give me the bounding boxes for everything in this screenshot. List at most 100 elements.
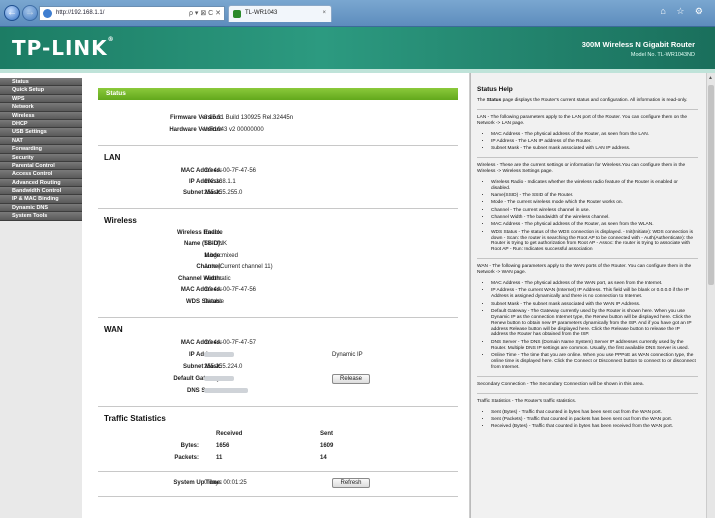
help-title: Status Help — [477, 86, 513, 93]
wan-mac-value: C0-4A-00-7F-47-57 — [204, 340, 257, 346]
sidebar-item-wps[interactable]: WPS — [0, 94, 82, 104]
wireless-radio-value: Enable — [204, 230, 223, 236]
forward-button[interactable]: → — [22, 5, 38, 21]
packets-received: 11 — [216, 455, 223, 461]
sidebar-item-access-control[interactable]: Access Control — [0, 170, 82, 179]
bytes-label: Bytes: — [180, 443, 199, 449]
list-item: Name(SSID) - The SSID of the Router. — [491, 193, 698, 199]
bytes-received: 1656 — [216, 443, 230, 449]
wireless-mac-row: MAC Address: C0-4A-00-7F-47-56 — [82, 286, 469, 295]
uptime-value: 0 days 00:01:25 — [204, 480, 247, 486]
product-name: 300M Wireless N Gigabit Router — [581, 40, 695, 49]
uptime-row: System Up Time: 0 days 00:01:25 — [82, 479, 469, 488]
sidebar-item-forwarding[interactable]: Forwarding — [0, 145, 82, 154]
list-item: IP Address - The LAN IP address of the R… — [491, 139, 698, 145]
wan-dns-value-redacted — [204, 387, 248, 396]
divider — [98, 496, 458, 497]
lan-mac-value: C0-4A-00-7F-47-56 — [204, 168, 257, 174]
help-wan-list: MAC Address - The physical address of th… — [491, 281, 698, 371]
list-item: MAC Address - The physical address of th… — [491, 222, 698, 228]
sidebar-item-network[interactable]: Network — [0, 103, 82, 112]
lan-mask-row: Subnet Mask: 255.255.255.0 — [82, 189, 469, 198]
model-number: Model No. TL-WR1043ND — [630, 52, 695, 58]
list-item: Subnet Mask - The subnet mask associated… — [491, 146, 698, 152]
back-button[interactable]: ← — [4, 5, 20, 21]
list-item: Online Time - The time that you are onli… — [491, 353, 698, 371]
mode-value: 11bgn mixed — [204, 253, 238, 259]
help-lan-intro: LAN - The following parameters apply to … — [477, 114, 688, 126]
ie-page-icon — [43, 9, 52, 18]
sidebar-item-security[interactable]: Security — [0, 153, 82, 162]
divider — [98, 471, 458, 472]
help-traffic-list: Sent (Bytes) - Traffic that counted in b… — [491, 410, 698, 431]
sidebar-item-parental-control[interactable]: Parental Control — [0, 161, 82, 171]
ssid-value: TP-LINK — [204, 241, 228, 247]
divider — [98, 145, 458, 146]
help-wan-intro: WAN - The following parameters apply to … — [477, 264, 692, 276]
list-item: Default Gateway - The Gateway currently … — [491, 309, 698, 339]
wan-ip-value-redacted — [204, 351, 234, 360]
wan-gateway-value-redacted — [204, 375, 234, 384]
help-traffic-intro: Traffic Statistics - The Router's traffi… — [477, 398, 577, 404]
sidebar-item-status[interactable]: Status — [0, 78, 82, 87]
home-favorites-settings-icons[interactable]: ⌂ ☆ ⚙ — [660, 6, 707, 17]
sidebar-item-dynamic-dns[interactable]: Dynamic DNS — [0, 203, 82, 213]
sidebar-item-advanced-routing[interactable]: Advanced Routing — [0, 178, 82, 188]
tab-close-icon[interactable]: × — [322, 6, 326, 21]
sidebar-menu: Status Quick Setup WPS Network Wireless … — [0, 73, 82, 518]
help-scrollbar[interactable]: ▲ — [706, 73, 715, 518]
list-item: IP Address - The current WAN (Internet) … — [491, 288, 698, 300]
wan-mask-row: Subnet Mask: 255.255.224.0 — [82, 363, 469, 372]
received-header: Received — [216, 431, 243, 437]
help-intro: The Status page displays the Router's cu… — [477, 97, 688, 103]
wan-dns-row: DNS Server: — [82, 387, 469, 396]
list-item: Sent (Packets) - Traffic that counted in… — [491, 417, 698, 423]
sidebar-item-nat[interactable]: NAT — [0, 136, 82, 146]
lan-mac-row: MAC Address: C0-4A-00-7F-47-56 — [82, 167, 469, 176]
lan-ip-row: IP Address: 192.168.1.1 — [82, 178, 469, 187]
list-item: MAC Address - The physical address of th… — [491, 132, 698, 138]
browser-tab[interactable]: TL-WR1043 × — [228, 5, 332, 22]
list-item: Received (Bytes) - Traffic that counted … — [491, 424, 698, 430]
wds-status-value: Disable — [204, 299, 225, 305]
wireless-section-title: Wireless — [104, 216, 137, 225]
address-bar[interactable]: http://192.168.1.1/ ρ ▾ ⊠ C ✕ — [39, 6, 225, 21]
list-item: MAC Address - The physical address of th… — [491, 281, 698, 287]
ssid-row: Name (SSID): TP-LINK — [82, 240, 469, 249]
tab-favicon-icon — [233, 10, 241, 18]
list-item: Subnet Mask - The subnet mask associated… — [491, 302, 698, 308]
scrollbar-thumb[interactable] — [708, 85, 714, 285]
sidebar-item-quick-setup[interactable]: Quick Setup — [0, 86, 82, 95]
release-button[interactable]: Release — [332, 374, 370, 384]
lan-mask-value: 255.255.255.0 — [204, 190, 243, 196]
help-secondary: Secondary Connection - The Secondary Con… — [477, 381, 644, 387]
sidebar-item-usb-settings[interactable]: USB Settings — [0, 128, 82, 137]
wan-mask-value: 255.255.224.0 — [204, 364, 243, 370]
list-item: Channel Width - The bandwidth of the wir… — [491, 215, 698, 221]
sidebar-item-system-tools[interactable]: System Tools — [0, 212, 82, 221]
refresh-button[interactable]: Refresh — [332, 478, 370, 488]
sidebar-item-wireless[interactable]: Wireless — [0, 111, 82, 120]
wan-gateway-row: Default Gateway: — [82, 375, 469, 384]
sidebar-item-ip-mac-binding[interactable]: IP & MAC Binding — [0, 195, 82, 204]
wan-ip-row: IP Address: Dynamic IP — [82, 351, 469, 360]
help-panel: Status Help The Status page displays the… — [470, 73, 706, 518]
scroll-up-icon[interactable]: ▲ — [708, 75, 713, 81]
channel-value: Auto (Current channel 11) — [204, 264, 273, 270]
sidebar-item-dhcp[interactable]: DHCP — [0, 119, 82, 129]
tab-title: TL-WR1043 — [245, 10, 278, 16]
help-wireless-intro: Wireless - These are the current setting… — [477, 163, 686, 175]
lan-section-title: LAN — [104, 153, 121, 162]
wan-mac-row: MAC Address: C0-4A-00-7F-47-57 — [82, 339, 469, 348]
address-tools-icons[interactable]: ρ ▾ ⊠ C ✕ — [189, 7, 221, 20]
lan-ip-value: 192.168.1.1 — [204, 179, 236, 185]
tp-link-logo: TP-LINK® — [12, 36, 115, 60]
firmware-value: 3.15.31 Build 130925 Rel.32445n — [204, 115, 294, 121]
sent-header: Sent — [320, 431, 334, 437]
router-header: TP-LINK® 300M Wireless N Gigabit Router … — [0, 27, 715, 69]
address-url: http://192.168.1.1/ — [56, 10, 105, 16]
sidebar-item-bandwidth-control[interactable]: Bandwidth Control — [0, 187, 82, 196]
status-panel: Status Firmware Version: 3.15.31 Build 1… — [82, 73, 470, 518]
traffic-section-title: Traffic Statistics — [104, 414, 166, 423]
wds-status-row: WDS Status: Disable — [82, 298, 469, 307]
